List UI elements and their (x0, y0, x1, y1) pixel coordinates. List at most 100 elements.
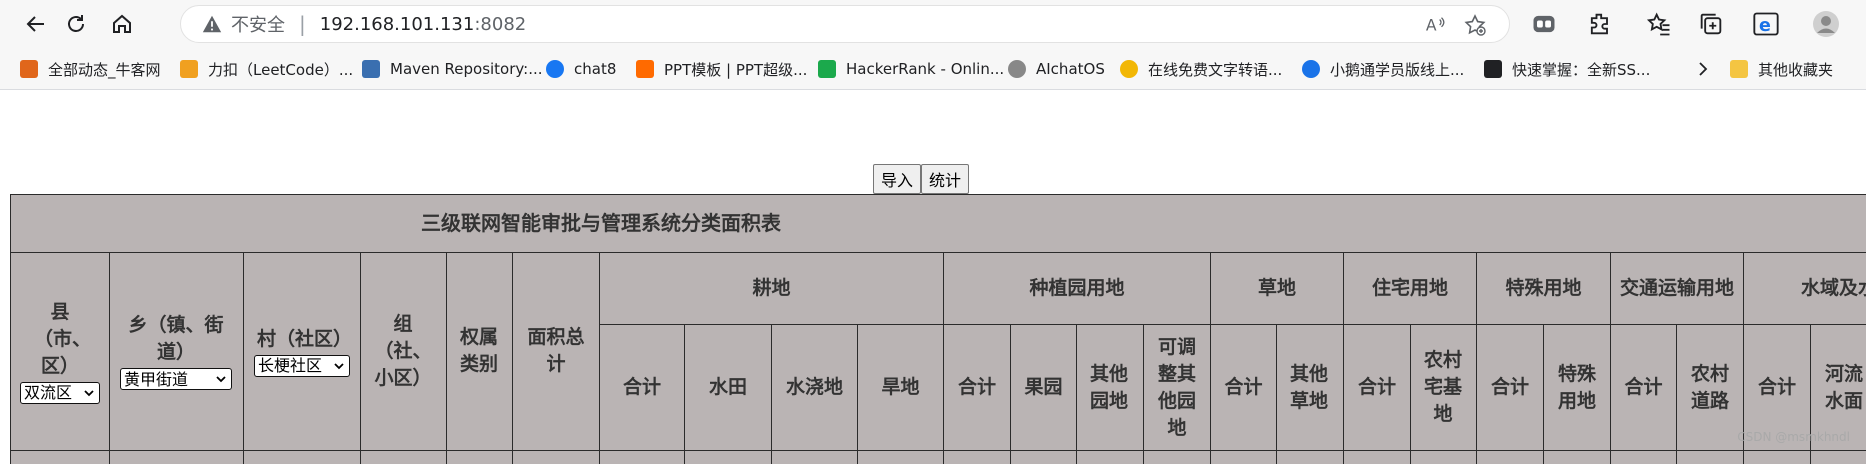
table-title: 三级联网智能审批与管理系统分类面积表 (421, 210, 781, 235)
xiaoe-icon (1302, 60, 1320, 78)
group-header-residential: 住宅用地 (1371, 276, 1448, 299)
bookmark-item[interactable]: AIchatOS (1008, 58, 1105, 80)
svg-text:A: A (1426, 17, 1437, 35)
bookmark-item[interactable]: HackerRank - Onlin... (818, 58, 1004, 80)
favorites-button[interactable] (1645, 10, 1673, 38)
add-favorite-icon[interactable] (1463, 13, 1487, 37)
home-button[interactable] (98, 4, 146, 44)
table-border (1076, 324, 1077, 464)
url-host: 192.168.101.131 (319, 13, 475, 35)
table-border (1543, 324, 1544, 464)
warning-icon (202, 15, 222, 33)
table-border (109, 252, 110, 464)
chevron-down-icon (334, 362, 344, 369)
area-table: 三级联网智能审批与管理系统分类面积表 县（市、区） 双流区 乡（镇、街道） 黄甲… (10, 194, 1866, 464)
village-header: 村（社区） 长梗社区 (246, 252, 358, 450)
ppt-icon (636, 60, 654, 78)
back-arrow-icon (26, 16, 44, 32)
url-port: :8082 (474, 13, 527, 35)
village-select[interactable]: 长梗社区 (254, 354, 350, 377)
tab-actions-button[interactable] (1697, 10, 1725, 38)
group-header-transport: 交通运输用地 (1619, 276, 1734, 299)
profile-button[interactable] (1812, 10, 1840, 38)
puzzle-icon (1590, 13, 1608, 35)
maven-icon (362, 60, 380, 78)
bookmarks-bar: 全部动态_牛客网 力扣（LeetCode）... Maven Repositor… (0, 48, 1866, 90)
group-header-cultivated: 耕地 (752, 276, 791, 299)
chat-icon (546, 60, 564, 78)
sub-header: 合计 (957, 376, 996, 398)
ie-mode-button[interactable]: e (1752, 10, 1780, 38)
home-icon (113, 14, 131, 33)
refresh-button[interactable] (52, 4, 100, 44)
ie-mode-icon: e (1753, 12, 1779, 36)
sub-header: 合计 (622, 376, 661, 398)
browser-toolbar: 不安全 | 192.168.101.131:8082 A e (0, 0, 1866, 48)
bookmark-item[interactable]: 力扣（LeetCode）... (180, 58, 353, 80)
table-border (360, 252, 361, 464)
collections-icon (1533, 15, 1555, 33)
stats-button[interactable]: 统计 (921, 164, 970, 194)
county-select[interactable]: 双流区 (20, 381, 100, 404)
group-header-water: 水域及水 (1800, 276, 1866, 299)
county-header-label: 县（市、区） (34, 300, 92, 377)
group-header-special: 特殊用地 (1505, 276, 1582, 299)
group-header-grassland: 草地 (1257, 276, 1296, 299)
table-border (512, 252, 513, 464)
table-border (1143, 324, 1144, 464)
bookmark-item[interactable]: chat8 (546, 58, 616, 80)
action-buttons: 导入 统计 (873, 164, 970, 194)
total-area-header: 面积总计 (527, 326, 585, 375)
sub-header: 合计 (1357, 376, 1396, 398)
bookmark-item[interactable]: 在线免费文字转语... (1120, 58, 1282, 80)
bookmark-item[interactable]: 小鹅通学员版线上... (1302, 58, 1464, 80)
group-header: 组（社、小区） (374, 312, 432, 389)
table-border (1410, 324, 1411, 464)
address-bar[interactable]: 不安全 | 192.168.101.131:8082 A (180, 5, 1510, 43)
sub-header: 农村道路 (1690, 362, 1729, 412)
group-header-plantation: 种植园用地 (1029, 276, 1125, 299)
sub-header: 果园 (1024, 376, 1063, 398)
sub-header: 特殊用地 (1557, 362, 1596, 412)
table-border (446, 252, 447, 464)
town-header-label: 乡（镇、街道） (128, 314, 224, 363)
aichatos-icon (1008, 60, 1026, 78)
town-select[interactable]: 黄甲街道 (120, 368, 232, 390)
refresh-icon (68, 15, 84, 32)
svg-text:e: e (1759, 16, 1771, 36)
extensions-button[interactable] (1586, 10, 1614, 38)
watermark: CSDN @msmkhndl (1737, 430, 1850, 444)
bookmark-item[interactable]: Maven Repository:... (362, 58, 543, 80)
import-button[interactable]: 导入 (873, 164, 922, 194)
sub-header: 合计 (1490, 376, 1529, 398)
table-border (10, 450, 1866, 451)
address-separator: | (299, 12, 306, 36)
tiktok-icon (1484, 60, 1502, 78)
bookmarks-overflow-button[interactable] (1694, 58, 1712, 80)
county-header: 县（市、区） 双流区 (14, 252, 106, 450)
sub-header: 可调整其他园地 (1157, 335, 1196, 439)
avatar-icon (1813, 11, 1839, 37)
sub-header: 其他草地 (1289, 362, 1328, 412)
table-border (1676, 324, 1677, 464)
other-favorites-folder[interactable]: 其他收藏夹 (1730, 58, 1833, 80)
bookmark-item[interactable]: 全部动态_牛客网 (20, 58, 161, 80)
sub-header: 合计 (1224, 376, 1263, 398)
sub-header: 其他园地 (1089, 362, 1128, 412)
table-border (243, 252, 244, 464)
read-aloud-icon[interactable]: A (1425, 14, 1447, 36)
folder-icon (1730, 60, 1748, 78)
collections-button[interactable] (1530, 10, 1558, 38)
bookmark-item[interactable]: 快速掌握：全新SS... (1484, 58, 1650, 80)
tts-icon (1120, 60, 1138, 78)
chevron-down-icon (216, 376, 226, 383)
nowcoder-icon (20, 60, 38, 78)
chevron-right-icon (1699, 62, 1708, 76)
ownership-header: 权属类别 (459, 326, 498, 375)
bookmark-item[interactable]: PPT模板 | PPT超级... (636, 58, 807, 80)
insecure-label: 不安全 (231, 15, 285, 36)
sub-header: 旱地 (881, 376, 920, 398)
add-tab-icon (1700, 13, 1722, 35)
sub-header: 合计 (1624, 376, 1663, 398)
leetcode-icon (180, 60, 198, 78)
